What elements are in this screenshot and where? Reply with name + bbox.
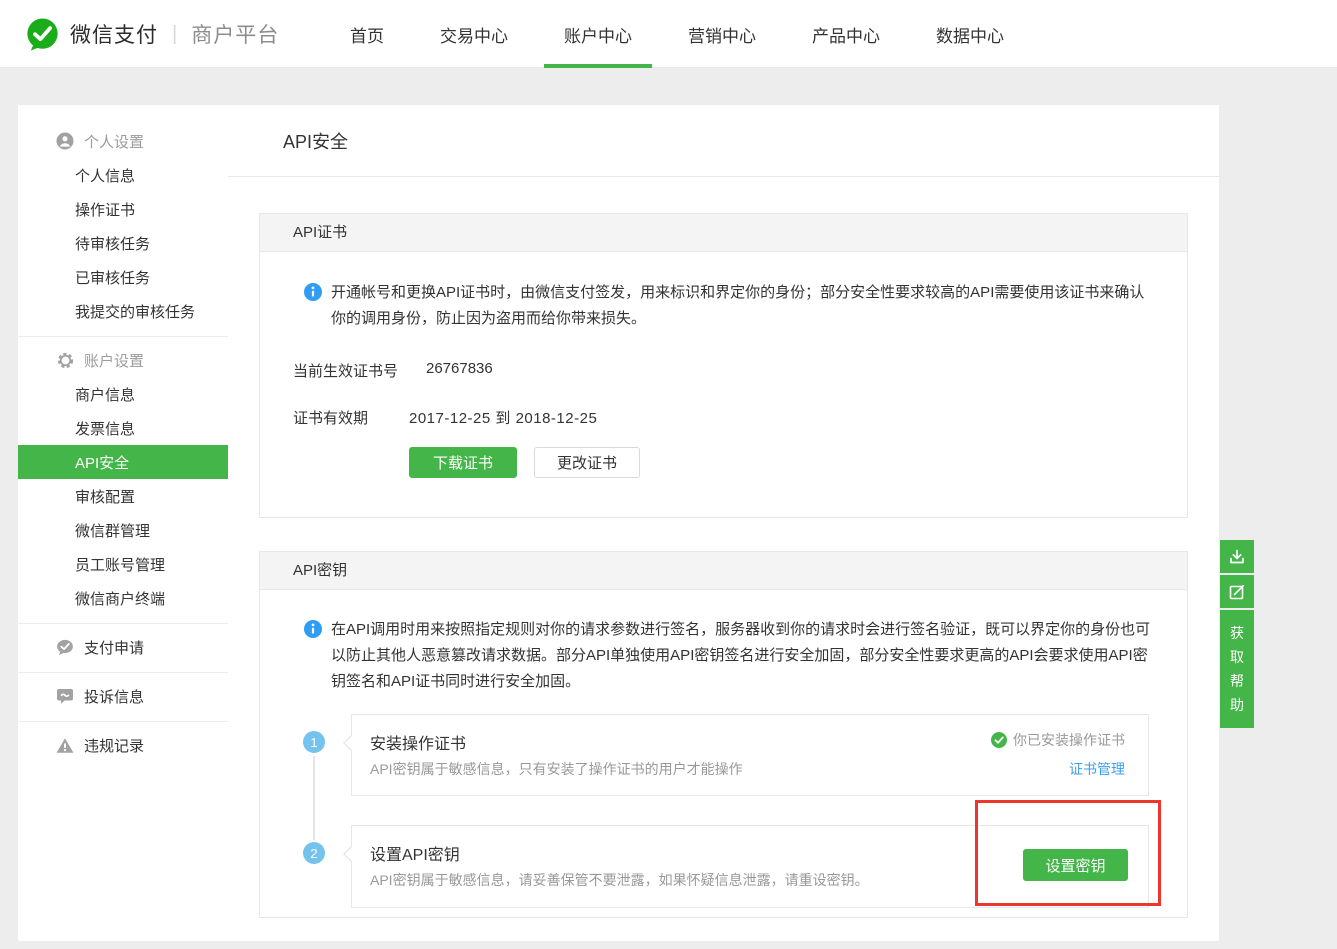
sidebar-item-审核配置[interactable]: 审核配置 [18, 479, 228, 513]
user-icon [56, 132, 74, 150]
sidebar-item-微信群管理[interactable]: 微信群管理 [18, 513, 228, 547]
download-help-button[interactable] [1220, 540, 1254, 573]
wechat-bubble-icon [56, 638, 74, 656]
step-1-badge: 1 [303, 731, 325, 753]
cert-number-row: 当前生效证书号 26767836 [260, 360, 1187, 380]
info-icon [304, 283, 322, 301]
sidebar-link-label: 违规记录 [84, 735, 144, 756]
api-cert-panel: API证书 开通帐号和更换API证书时，由微信支付签发，用来标识和界定你的身份；… [259, 213, 1188, 518]
sidebar-link-违规记录[interactable]: 违规记录 [18, 728, 228, 762]
api-key-panel-title: API密钥 [260, 552, 1187, 590]
logo[interactable]: 微信支付 | 商户平台 [25, 0, 279, 68]
step-connector-line [313, 756, 315, 840]
nav-item-产品中心[interactable]: 产品中心 [792, 0, 900, 68]
step-2-title: 设置API密钥 [370, 841, 460, 865]
sidebar-link-支付申请[interactable]: 支付申请 [18, 630, 228, 664]
feedback-help-button[interactable] [1220, 575, 1254, 608]
api-cert-panel-title: API证书 [260, 214, 1187, 252]
get-help-label-char: 助 [1230, 693, 1244, 717]
sidebar-item-操作证书[interactable]: 操作证书 [18, 192, 228, 226]
get-help-button[interactable]: 获取帮助 [1220, 610, 1254, 728]
get-help-label-char: 取 [1230, 645, 1244, 669]
logo-divider: | [172, 23, 177, 46]
cert-info-text: 开通帐号和更换API证书时，由微信支付签发，用来标识和界定你的身份；部分安全性要… [331, 280, 1151, 332]
page-title: API安全 [283, 128, 348, 154]
nav-item-账户中心[interactable]: 账户中心 [544, 0, 652, 68]
download-icon [1228, 548, 1246, 566]
warning-icon [56, 736, 74, 754]
sidebar-section-违规记录: 违规记录 [18, 721, 228, 770]
cert-number-label: 当前生效证书号 [293, 360, 398, 381]
info-icon [304, 620, 322, 638]
cert-info-row: 开通帐号和更换API证书时，由微信支付签发，用来标识和界定你的身份；部分安全性要… [304, 280, 1151, 332]
sidebar-group-label: 账户设置 [84, 350, 144, 371]
download-cert-button[interactable]: 下载证书 [409, 447, 517, 478]
sidebar-group-header-个人设置[interactable]: 个人设置 [18, 124, 228, 158]
get-help-label-char: 获 [1230, 621, 1244, 645]
api-key-panel: API密钥 在API调用时用来按照指定规则对你的请求参数进行签名，服务器收到你的… [259, 551, 1188, 918]
sidebar-group-label: 个人设置 [84, 131, 144, 152]
step-1-desc: API密钥属于敏感信息，只有安装了操作证书的用户才能操作 [370, 759, 743, 779]
nav-item-首页[interactable]: 首页 [330, 0, 404, 68]
floating-help-bar: 获取帮助 [1220, 540, 1254, 730]
sidebar-item-员工账号管理[interactable]: 员工账号管理 [18, 547, 228, 581]
sidebar-section-支付申请: 支付申请 [18, 623, 228, 672]
comment-icon [56, 687, 74, 705]
step-1-card: 安装操作证书 API密钥属于敏感信息，只有安装了操作证书的用户才能操作 你已安装… [351, 714, 1149, 796]
sidebar-item-微信商户终端[interactable]: 微信商户终端 [18, 581, 228, 615]
sidebar-link-投诉信息[interactable]: 投诉信息 [18, 679, 228, 713]
sidebar-item-商户信息[interactable]: 商户信息 [18, 377, 228, 411]
sidebar-item-待审核任务[interactable]: 待审核任务 [18, 226, 228, 260]
key-info-row: 在API调用时用来按照指定规则对你的请求参数进行签名，服务器收到你的请求时会进行… [304, 617, 1151, 695]
sidebar-item-个人信息[interactable]: 个人信息 [18, 158, 228, 192]
sidebar-link-label: 投诉信息 [84, 686, 144, 707]
sidebar-group-个人设置: 个人设置个人信息操作证书待审核任务已审核任务我提交的审核任务 [18, 105, 228, 336]
sidebar-item-已审核任务[interactable]: 已审核任务 [18, 260, 228, 294]
step-1-status: 你已安装操作证书 [991, 730, 1125, 750]
set-key-button[interactable]: 设置密钥 [1023, 849, 1128, 881]
change-cert-button[interactable]: 更改证书 [534, 447, 640, 478]
sidebar-link-label: 支付申请 [84, 637, 144, 658]
cert-validity-label: 证书有效期 [293, 407, 368, 428]
sidebar: 个人设置个人信息操作证书待审核任务已审核任务我提交的审核任务账户设置商户信息发票… [18, 105, 228, 941]
main-nav: 首页交易中心账户中心营销中心产品中心数据中心 [322, 0, 1032, 68]
step-2-card: 设置API密钥 API密钥属于敏感信息，请妥善保管不要泄露，如果怀疑信息泄露，请… [351, 825, 1149, 908]
main-content: API安全 API证书 开通帐号和更换API证书时，由微信支付签发，用来标识和界… [228, 105, 1219, 941]
step-1-status-text: 你已安装操作证书 [1013, 730, 1125, 750]
gear-icon [56, 351, 74, 369]
edit-icon [1228, 583, 1246, 601]
sidebar-item-API安全[interactable]: API安全 [18, 445, 228, 479]
key-info-text: 在API调用时用来按照指定规则对你的请求参数进行签名，服务器收到你的请求时会进行… [331, 617, 1151, 695]
step-2-badge: 2 [303, 842, 325, 864]
get-help-label-char: 帮 [1230, 669, 1244, 693]
sidebar-section-投诉信息: 投诉信息 [18, 672, 228, 721]
step-1-title: 安装操作证书 [370, 730, 466, 754]
brand-name: 微信支付 [70, 19, 158, 49]
cert-validity-row: 证书有效期 2017-12-25 到 2018-12-25 [260, 407, 1187, 427]
sidebar-group-账户设置: 账户设置商户信息发票信息API安全审核配置微信群管理员工账号管理微信商户终端 [18, 336, 228, 623]
nav-item-营销中心[interactable]: 营销中心 [668, 0, 776, 68]
cert-manage-link[interactable]: 证书管理 [1069, 759, 1125, 779]
nav-item-数据中心[interactable]: 数据中心 [916, 0, 1024, 68]
sidebar-group-header-账户设置[interactable]: 账户设置 [18, 343, 228, 377]
page-title-row: API安全 [228, 105, 1219, 177]
cert-number-value: 26767836 [426, 360, 493, 377]
sidebar-item-我提交的审核任务[interactable]: 我提交的审核任务 [18, 294, 228, 328]
cert-validity-value: 2017-12-25 到 2018-12-25 [409, 407, 597, 428]
success-check-icon [991, 732, 1007, 748]
portal-name: 商户平台 [191, 19, 279, 49]
sidebar-item-发票信息[interactable]: 发票信息 [18, 411, 228, 445]
step-2-desc: API密钥属于敏感信息，请妥善保管不要泄露，如果怀疑信息泄露，请重设密钥。 [370, 870, 869, 890]
wechat-pay-logo-icon [25, 17, 60, 52]
top-header: 微信支付 | 商户平台 首页交易中心账户中心营销中心产品中心数据中心 [0, 0, 1337, 68]
nav-item-交易中心[interactable]: 交易中心 [420, 0, 528, 68]
